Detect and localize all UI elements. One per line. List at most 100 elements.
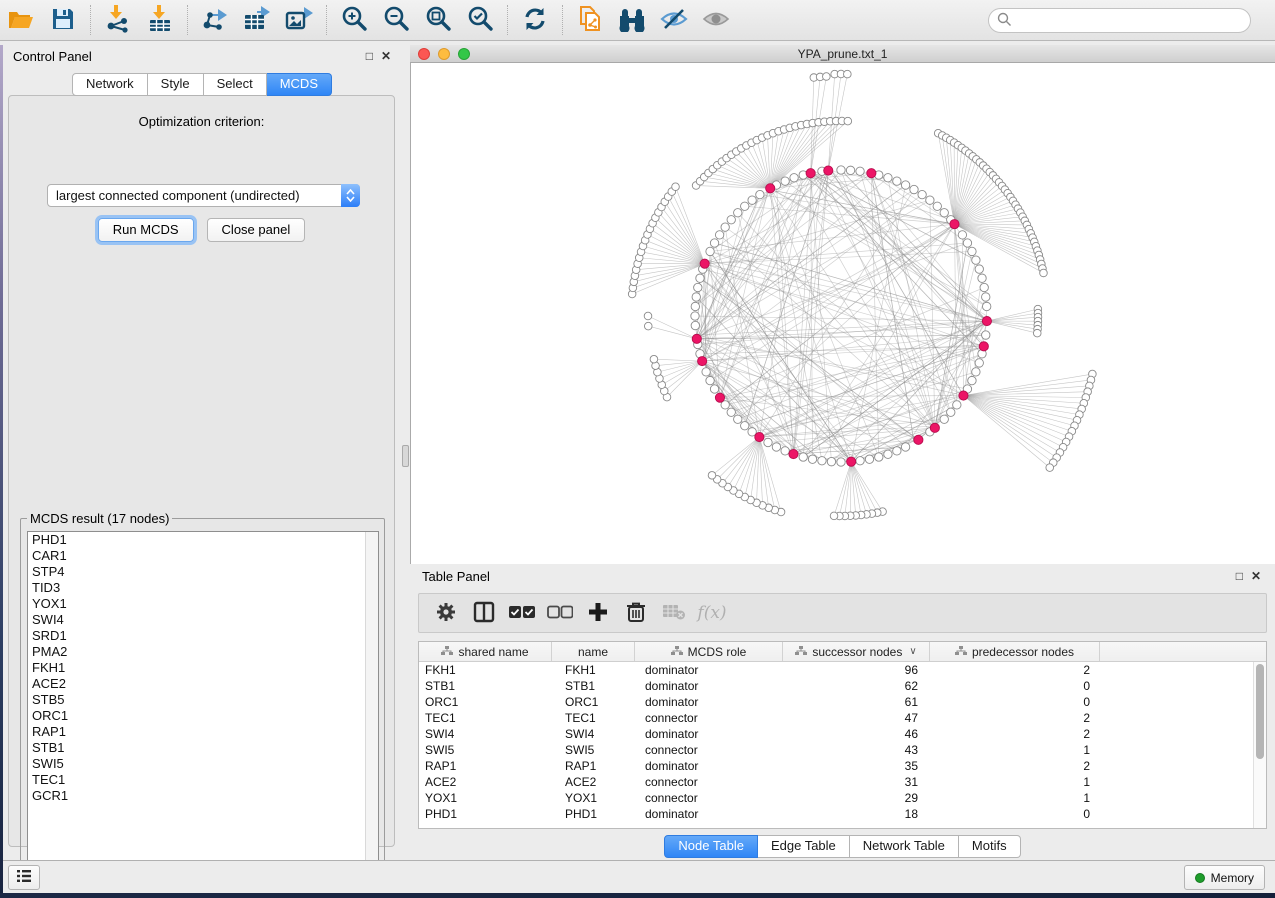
table-row[interactable]: PHD1PHD1dominator180 bbox=[419, 806, 1253, 822]
run-mcds-button[interactable]: Run MCDS bbox=[98, 218, 194, 242]
table-row[interactable]: SWI4SWI4dominator462 bbox=[419, 726, 1253, 742]
network-node[interactable] bbox=[982, 293, 990, 301]
zoom-out-button[interactable] bbox=[376, 2, 416, 38]
tab-style[interactable]: Style bbox=[148, 73, 204, 96]
mcds-network-node[interactable] bbox=[789, 449, 798, 458]
network-node[interactable] bbox=[781, 177, 789, 185]
search-input[interactable] bbox=[1012, 13, 1250, 28]
network-node[interactable] bbox=[818, 457, 826, 465]
network-node[interactable] bbox=[708, 472, 716, 480]
result-node-item[interactable]: TEC1 bbox=[28, 772, 378, 788]
network-node[interactable] bbox=[644, 322, 652, 330]
delete-columns-button[interactable] bbox=[619, 596, 653, 630]
mcds-network-node[interactable] bbox=[766, 184, 775, 193]
result-node-item[interactable]: YOX1 bbox=[28, 596, 378, 612]
network-node[interactable] bbox=[727, 216, 735, 224]
table-row[interactable]: TEC1TEC1connector472 bbox=[419, 710, 1253, 726]
network-node[interactable] bbox=[727, 408, 735, 416]
result-node-item[interactable]: TID3 bbox=[28, 580, 378, 596]
column-header-MCDS-role[interactable]: MCDS role bbox=[635, 642, 783, 661]
result-node-item[interactable]: FKH1 bbox=[28, 660, 378, 676]
network-node[interactable] bbox=[790, 174, 798, 182]
result-node-item[interactable]: ORC1 bbox=[28, 708, 378, 724]
memory-button[interactable]: Memory bbox=[1184, 865, 1265, 890]
network-node[interactable] bbox=[963, 239, 971, 247]
network-node[interactable] bbox=[691, 302, 699, 310]
network-node[interactable] bbox=[933, 202, 941, 210]
network-node[interactable] bbox=[650, 355, 658, 363]
network-node[interactable] bbox=[734, 415, 742, 423]
result-node-item[interactable]: PMA2 bbox=[28, 644, 378, 660]
network-node[interactable] bbox=[756, 190, 764, 198]
tab-network[interactable]: Network bbox=[72, 73, 148, 96]
result-node-item[interactable]: PHD1 bbox=[28, 532, 378, 548]
network-node[interactable] bbox=[764, 438, 772, 446]
network-node[interactable] bbox=[721, 223, 729, 231]
network-node[interactable] bbox=[741, 422, 749, 430]
window-maximize-icon[interactable] bbox=[458, 48, 470, 60]
result-node-item[interactable]: RAP1 bbox=[28, 724, 378, 740]
network-node[interactable] bbox=[947, 408, 955, 416]
network-node[interactable] bbox=[710, 385, 718, 393]
network-node[interactable] bbox=[694, 283, 702, 291]
column-header-successor-nodes[interactable]: successor nodes∨ bbox=[783, 642, 930, 661]
open-file-button[interactable] bbox=[1, 2, 41, 38]
network-node[interactable] bbox=[884, 174, 892, 182]
delete-table-button[interactable] bbox=[657, 596, 691, 630]
network-node[interactable] bbox=[691, 321, 699, 329]
search-box[interactable] bbox=[988, 8, 1251, 33]
criterion-dropdown[interactable]: largest connected component (undirected) bbox=[47, 184, 360, 207]
result-node-item[interactable]: CAR1 bbox=[28, 548, 378, 564]
network-node[interactable] bbox=[827, 457, 835, 465]
close-table-panel-icon[interactable]: ✕ bbox=[1251, 569, 1261, 583]
export-image-button[interactable] bbox=[279, 2, 319, 38]
network-node[interactable] bbox=[692, 293, 700, 301]
network-node[interactable] bbox=[910, 185, 918, 193]
table-tab-node-table[interactable]: Node Table bbox=[664, 835, 758, 858]
mcds-network-node[interactable] bbox=[950, 220, 959, 229]
table-tab-network-table[interactable]: Network Table bbox=[850, 835, 959, 858]
network-node[interactable] bbox=[940, 415, 948, 423]
mcds-network-node[interactable] bbox=[959, 391, 968, 400]
zoom-selected-button[interactable] bbox=[460, 2, 500, 38]
show-hide-columns-button[interactable] bbox=[467, 596, 501, 630]
task-history-button[interactable] bbox=[8, 865, 40, 890]
network-node[interactable] bbox=[958, 231, 966, 239]
network-node[interactable] bbox=[968, 247, 976, 255]
zoom-fit-button[interactable] bbox=[418, 2, 458, 38]
hide-selected-button[interactable] bbox=[654, 2, 694, 38]
network-canvas[interactable] bbox=[410, 63, 1275, 564]
network-node[interactable] bbox=[975, 265, 983, 273]
network-node[interactable] bbox=[781, 447, 789, 455]
network-node[interactable] bbox=[808, 455, 816, 463]
network-node[interactable] bbox=[846, 166, 854, 174]
float-panel-icon[interactable]: □ bbox=[366, 49, 373, 63]
network-node[interactable] bbox=[710, 239, 718, 247]
network-node[interactable] bbox=[1040, 269, 1048, 277]
network-node[interactable] bbox=[901, 181, 909, 189]
mcds-network-node[interactable] bbox=[755, 432, 764, 441]
zoom-in-button[interactable] bbox=[334, 2, 374, 38]
close-panel-icon[interactable]: ✕ bbox=[381, 49, 391, 63]
mcds-network-node[interactable] bbox=[847, 457, 856, 466]
network-window-titlebar[interactable]: YPA_prune.txt_1 bbox=[410, 45, 1275, 63]
apply-layout-refresh-button[interactable] bbox=[515, 2, 555, 38]
window-close-icon[interactable] bbox=[418, 48, 430, 60]
vertical-splitter[interactable] bbox=[401, 45, 410, 855]
network-node[interactable] bbox=[884, 450, 892, 458]
close-panel-button[interactable]: Close panel bbox=[207, 218, 306, 242]
network-node[interactable] bbox=[644, 312, 652, 320]
network-node[interactable] bbox=[982, 302, 990, 310]
result-node-item[interactable]: STB5 bbox=[28, 692, 378, 708]
column-header-name[interactable]: name bbox=[552, 642, 635, 661]
network-node[interactable] bbox=[748, 196, 756, 204]
network-node[interactable] bbox=[972, 368, 980, 376]
network-node[interactable] bbox=[715, 231, 723, 239]
mcds-network-node[interactable] bbox=[692, 334, 701, 343]
network-node[interactable] bbox=[1033, 329, 1041, 337]
float-table-panel-icon[interactable]: □ bbox=[1236, 569, 1243, 583]
export-table-button[interactable] bbox=[237, 2, 277, 38]
table-options-button[interactable] bbox=[429, 596, 463, 630]
tab-mcds[interactable]: MCDS bbox=[267, 73, 332, 96]
network-node[interactable] bbox=[706, 247, 714, 255]
